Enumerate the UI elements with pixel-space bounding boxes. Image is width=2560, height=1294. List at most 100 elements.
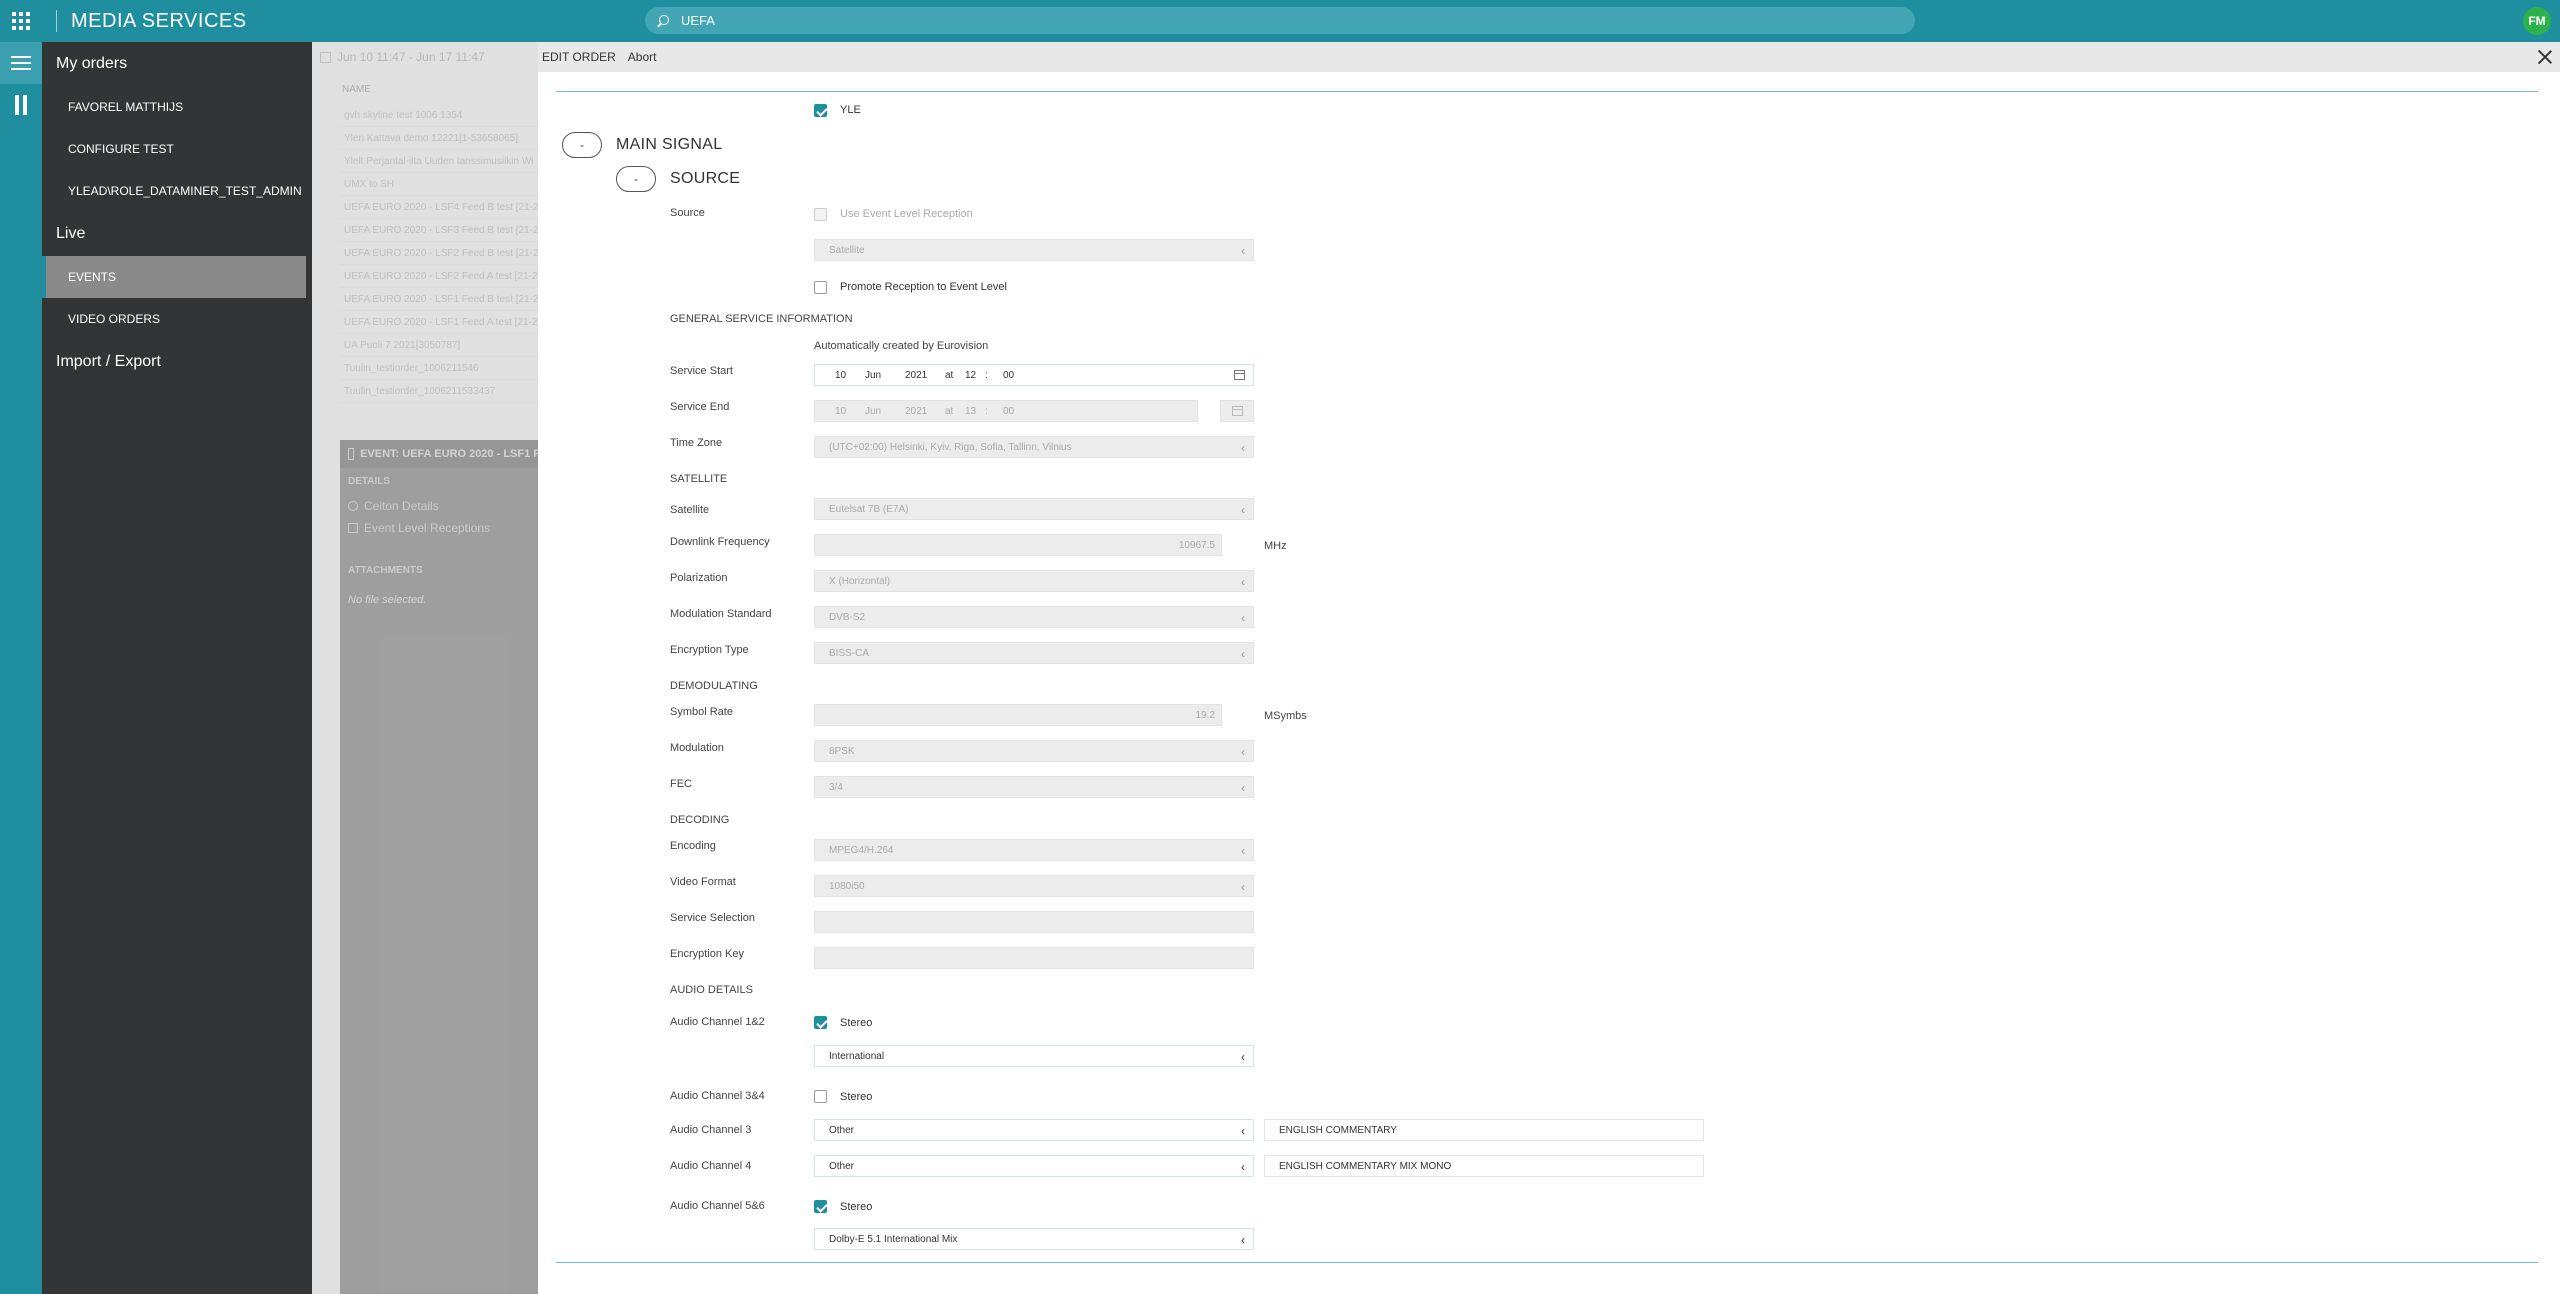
- chevron-left-icon: ‹: [1241, 503, 1245, 517]
- audio-channel-5-6-label: Audio Channel 5&6: [670, 1200, 765, 1212]
- downlink-unit: MHz: [1264, 540, 1287, 552]
- source-label: Source: [670, 207, 705, 219]
- video-format-select[interactable]: 1080i50 ‹: [814, 875, 1254, 897]
- service-end-label: Service End: [670, 401, 730, 413]
- general-service-information-heading: GENERAL SERVICE INFORMATION: [670, 313, 853, 325]
- chevron-left-icon: ‹: [1241, 844, 1245, 858]
- divider-bottom: [556, 1262, 2538, 1263]
- modulation-label: Modulation: [670, 742, 724, 754]
- modulation-select[interactable]: 8PSK ‹: [814, 740, 1254, 762]
- promote-reception-checkbox[interactable]: [814, 281, 827, 294]
- encryption-key-input[interactable]: [814, 947, 1254, 969]
- encryption-type-select[interactable]: BISS-CA ‹: [814, 642, 1254, 664]
- chevron-left-icon: ‹: [1241, 1124, 1245, 1138]
- source-section-title: SOURCE: [670, 170, 741, 187]
- encoding-select[interactable]: MPEG4/H.264 ‹: [814, 839, 1254, 861]
- chevron-left-icon: ‹: [1241, 575, 1245, 589]
- use-event-level-reception-checkbox[interactable]: [814, 208, 827, 221]
- source-select[interactable]: Satellite ‹: [814, 239, 1254, 261]
- fec-select[interactable]: 3/4 ‹: [814, 776, 1254, 798]
- modulation-standard-select[interactable]: DVB-S2 ‹: [814, 606, 1254, 628]
- satellite-heading: SATELLITE: [670, 473, 728, 485]
- audio-1-2-stereo-checkbox[interactable]: [814, 1016, 827, 1029]
- audio-3-description-input[interactable]: ENGLISH COMMENTARY: [1264, 1119, 1704, 1141]
- calendar-icon[interactable]: [1234, 370, 1245, 380]
- hamburger-icon: [11, 56, 31, 70]
- audio-5-6-select[interactable]: Dolby-E 5.1 International Mix ‹: [814, 1228, 1254, 1250]
- close-icon[interactable]: [2534, 46, 2556, 68]
- audio-channel-4-label: Audio Channel 4: [670, 1160, 752, 1172]
- service-selection-label: Service Selection: [670, 912, 755, 924]
- search-value: UEFA: [681, 13, 715, 28]
- menu-button[interactable]: [0, 42, 42, 84]
- audio-3-select[interactable]: Other ‹: [814, 1119, 1254, 1141]
- yle-checkbox[interactable]: [814, 104, 827, 117]
- promote-reception-label: Promote Reception to Event Level: [840, 281, 1007, 293]
- search-input[interactable]: UEFA: [645, 7, 1915, 34]
- chevron-left-icon: ‹: [1241, 1160, 1245, 1174]
- audio-1-2-select[interactable]: International ‹: [814, 1045, 1254, 1067]
- main-signal-title: MAIN SIGNAL: [616, 136, 723, 153]
- nav-item-configure-test[interactable]: CONFIGURE TEST: [42, 128, 312, 170]
- satellite-select[interactable]: Eutelsat 7B (E7A) ‹: [814, 498, 1254, 520]
- nav-section-my-orders[interactable]: My orders: [42, 42, 312, 86]
- service-start-datetime[interactable]: 10 Jun 2021 at 12 : 00: [814, 364, 1254, 386]
- tools-icon: [13, 95, 29, 115]
- search-icon: [655, 13, 671, 29]
- chevron-left-icon: ‹: [1241, 1050, 1245, 1064]
- downlink-frequency-label: Downlink Frequency: [670, 536, 770, 548]
- chevron-left-icon: ‹: [1241, 880, 1245, 894]
- audio-5-6-stereo-checkbox[interactable]: [814, 1200, 827, 1213]
- apps-grid-icon[interactable]: [0, 0, 42, 42]
- icon-rail: [0, 42, 42, 1294]
- main-signal-collapse-button[interactable]: -: [562, 132, 602, 158]
- service-selection-input[interactable]: [814, 911, 1254, 933]
- auto-created-text: Automatically created by Eurovision: [814, 340, 989, 352]
- symbol-rate-unit: MSymbs: [1264, 710, 1307, 722]
- audio-1-2-stereo-label: Stereo: [840, 1017, 873, 1029]
- service-start-label: Service Start: [670, 365, 733, 377]
- fec-label: FEC: [670, 778, 692, 790]
- decoding-heading: DECODING: [670, 814, 730, 826]
- audio-4-select[interactable]: Other ‹: [814, 1155, 1254, 1177]
- audio-3-4-stereo-label: Stereo: [840, 1091, 873, 1103]
- video-format-label: Video Format: [670, 876, 736, 888]
- service-end-datetime[interactable]: 10 Jun 2021 at 13 : 00: [814, 400, 1198, 422]
- nav-section-live[interactable]: Live: [42, 212, 312, 256]
- satellite-label: Satellite: [670, 504, 710, 516]
- symbol-rate-input[interactable]: 19.2: [814, 704, 1222, 726]
- navigation-sidebar: My orders FAVOREL MATTHIJS CONFIGURE TES…: [42, 42, 312, 1294]
- chevron-left-icon: ‹: [1241, 441, 1245, 455]
- chevron-left-icon: ‹: [1241, 611, 1245, 625]
- downlink-frequency-input[interactable]: 10967.5: [814, 534, 1222, 556]
- tools-button[interactable]: [0, 84, 42, 126]
- audio-channel-3-label: Audio Channel 3: [670, 1124, 752, 1136]
- app-title: MEDIA SERVICES: [56, 10, 247, 32]
- nav-section-import-export[interactable]: Import / Export: [42, 340, 312, 384]
- use-event-level-reception-label: Use Event Level Reception: [840, 208, 973, 220]
- chevron-left-icon: ‹: [1241, 647, 1245, 661]
- symbol-rate-label: Symbol Rate: [670, 706, 733, 718]
- nav-item-events[interactable]: EVENTS: [42, 256, 306, 298]
- abort-button[interactable]: Abort: [628, 50, 657, 64]
- nav-item-favorel-matthijs[interactable]: FAVOREL MATTHIJS: [42, 86, 312, 128]
- edit-order-panel: EDIT ORDER Abort YLE - MAIN SIGNAL - SOU…: [538, 42, 2560, 1294]
- encryption-key-label: Encryption Key: [670, 948, 744, 960]
- audio-3-4-stereo-checkbox[interactable]: [814, 1090, 827, 1103]
- audio-channel-1-2-label: Audio Channel 1&2: [670, 1016, 765, 1028]
- chevron-left-icon: ‹: [1241, 745, 1245, 759]
- divider-top: [556, 91, 2538, 92]
- time-zone-select[interactable]: (UTC+02:00) Helsinki, Kyiv, Riga, Sofia,…: [814, 436, 1254, 458]
- nav-item-video-orders[interactable]: VIDEO ORDERS: [42, 298, 312, 340]
- source-collapse-button[interactable]: -: [616, 166, 656, 192]
- nav-item-ylead-role[interactable]: YLEAD\ROLE_DATAMINER_TEST_ADMIN: [42, 170, 312, 212]
- service-end-calendar-button[interactable]: [1220, 400, 1254, 422]
- audio-5-6-stereo-label: Stereo: [840, 1201, 873, 1213]
- edit-order-header: EDIT ORDER Abort: [538, 42, 2560, 72]
- audio-4-description-input[interactable]: ENGLISH COMMENTARY MIX MONO: [1264, 1155, 1704, 1177]
- polarization-select[interactable]: X (Horizontal) ‹: [814, 570, 1254, 592]
- encryption-type-label: Encryption Type: [670, 644, 749, 656]
- time-zone-label: Time Zone: [670, 437, 723, 449]
- avatar[interactable]: FM: [2523, 7, 2551, 35]
- chevron-left-icon: ‹: [1241, 781, 1245, 795]
